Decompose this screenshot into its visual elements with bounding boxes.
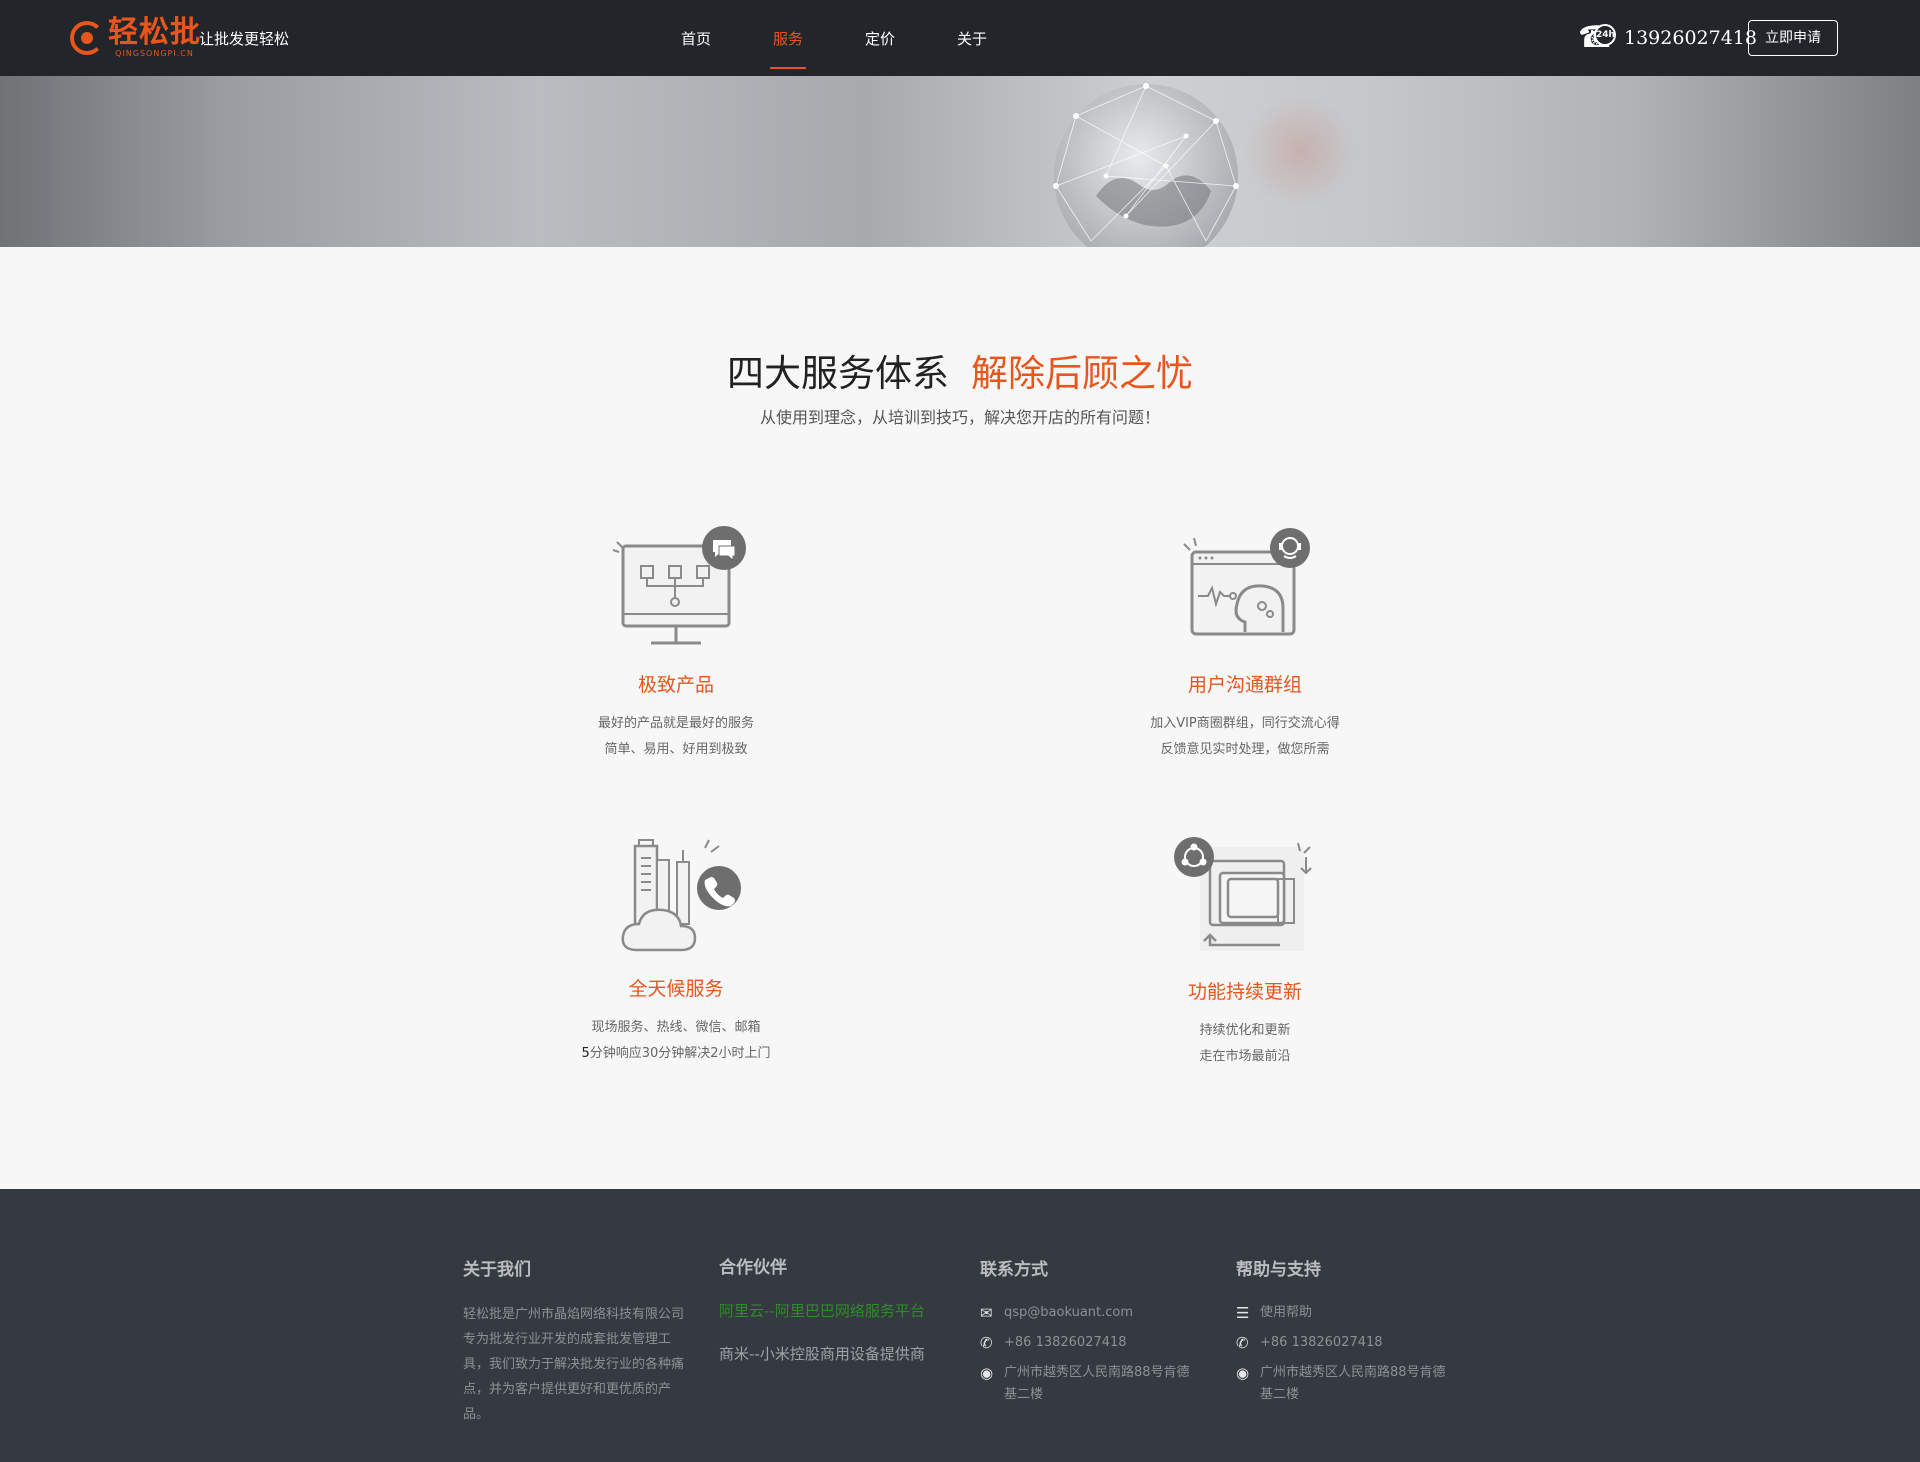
response-text: 分钟响应30分钟解决2小时上门 xyxy=(589,1046,771,1061)
service-desc-line: 最好的产品就是最好的服务 xyxy=(597,716,754,731)
footer-about-heading: 关于我们 xyxy=(463,1260,531,1280)
partner-link-aliyun[interactable]: 阿里云--阿里巴巴网络服务平台 xyxy=(719,1300,925,1321)
service-desc-line: 反馈意见实时处理，做您所需 xyxy=(1160,742,1330,757)
section-title: 四大服务体系 解除后顾之忧 xyxy=(0,343,1920,397)
slogan: 让批发更轻松 xyxy=(199,30,290,48)
contact-email-row: ✉ qsp@baokuant.com xyxy=(980,1302,1196,1324)
nav-item-services[interactable]: 服务 xyxy=(742,0,834,76)
partner-link-sunmi[interactable]: 商米--小米控股商用设备提供商 xyxy=(719,1343,925,1364)
nav-item-home[interactable]: 首页 xyxy=(650,0,742,76)
service-card-updates: 功能持续更新 持续优化和更新 走在市场最前沿 xyxy=(1035,833,1455,1070)
help-address: 广州市越秀区人民南路88号肯德基二楼 xyxy=(1260,1365,1446,1402)
help-phone-row: ✆ +86 13826027418 xyxy=(1236,1332,1452,1354)
nav-item-about[interactable]: 关于 xyxy=(926,0,1018,76)
section-title-main: 四大服务体系 xyxy=(727,352,949,395)
logo-mark-icon xyxy=(70,21,104,55)
service-description: 现场服务、热线、微信、邮箱 5分钟响应30分钟解决2小时上门 xyxy=(466,1015,886,1067)
service-desc-line: 现场服务、热线、微信、邮箱 xyxy=(591,1020,761,1035)
envelope-icon: ✉ xyxy=(980,1304,993,1322)
service-desc-line: 走在市场最前沿 xyxy=(1199,1049,1291,1064)
footer-help-heading: 帮助与支持 xyxy=(1236,1260,1321,1280)
service-desc-line: 简单、易用、好用到极致 xyxy=(604,742,748,757)
service-description: 加入VIP商圈群组，同行交流心得 反馈意见实时处理，做您所需 xyxy=(1035,711,1455,763)
service-title: 极致产品 xyxy=(637,674,714,696)
phone-icon: ✆ xyxy=(980,1334,993,1352)
logo-title: 轻松批 xyxy=(108,15,201,50)
service-title: 全天候服务 xyxy=(628,978,724,1000)
logo-wordmark: 轻松批 QINGSONGPI.CN xyxy=(108,17,201,59)
contact-address: 广州市越秀区人民南路88号肯德基二楼 xyxy=(1004,1365,1190,1402)
globe-network-icon xyxy=(1053,83,1239,247)
globe-icon: ◉ xyxy=(1236,1364,1250,1382)
footer: 关于我们 轻松批是广州市晶焰网络科技有限公司专为批发行业开发的成套批发管理工具，… xyxy=(0,1189,1920,1462)
monitor-flowchart-icon xyxy=(612,526,746,645)
service-card-product: 极致产品 最好的产品就是最好的服务 简单、易用、好用到极致 xyxy=(466,526,886,763)
footer-help: 帮助与支持 ☰ 使用帮助 ✆ +86 13826027418 ◉ 广州市越秀区人… xyxy=(1232,1255,1452,1406)
footer-contact-heading: 联系方式 xyxy=(980,1260,1048,1280)
service-title: 用户沟通群组 xyxy=(1187,674,1302,696)
list-icon: ☰ xyxy=(1236,1304,1250,1322)
devices-sync-icon xyxy=(1174,837,1312,951)
globe-icon: ◉ xyxy=(980,1364,994,1382)
cloud-phone-icon xyxy=(621,839,741,952)
help-phone: +86 13826027418 xyxy=(1260,1335,1383,1350)
service-desc-line: 5分钟响应30分钟解决2小时上门 xyxy=(466,1041,886,1067)
hero-banner xyxy=(0,76,1920,247)
browser-brain-icon xyxy=(1183,528,1310,636)
contact-phone-row: ✆ +86 13826027418 xyxy=(980,1332,1196,1354)
top-navbar: 轻松批 QINGSONGPI.CN 让批发更轻松 首页 服务 定价 关于 ☎ 2… xyxy=(0,0,1920,76)
response-minutes: 5 xyxy=(581,1046,590,1061)
logo[interactable]: 轻松批 QINGSONGPI.CN xyxy=(70,16,201,60)
footer-about-text: 轻松批是广州市晶焰网络科技有限公司专为批发行业开发的成套批发管理工具，我们致力于… xyxy=(463,1307,685,1422)
help-usage-row[interactable]: ☰ 使用帮助 xyxy=(1236,1302,1452,1324)
service-description: 持续优化和更新 走在市场最前沿 xyxy=(1035,1018,1455,1070)
help-usage-link[interactable]: 使用帮助 xyxy=(1260,1302,1312,1324)
section-subtitle: 从使用到理念，从培训到技巧，解决您开店的所有问题！ xyxy=(759,408,1160,427)
help-address-row: ◉ 广州市越秀区人民南路88号肯德基二楼 xyxy=(1232,1362,1452,1406)
phone-icon: ✆ xyxy=(1236,1334,1249,1352)
hotline-number: 13926027418 xyxy=(1624,27,1757,49)
footer-contact: 联系方式 ✉ qsp@baokuant.com ✆ +86 1382602741… xyxy=(976,1255,1196,1406)
phone-24h-icon: ☎ 24h xyxy=(1578,18,1618,58)
main-nav: 首页 服务 定价 关于 xyxy=(650,0,1018,76)
footer-partners-heading: 合作伙伴 xyxy=(719,1258,787,1278)
service-desc-line: 加入VIP商圈群组，同行交流心得 xyxy=(1150,716,1340,731)
contact-address-row: ◉ 广州市越秀区人民南路88号肯德基二楼 xyxy=(976,1362,1196,1406)
service-title: 功能持续更新 xyxy=(1187,981,1302,1003)
service-desc-line: 持续优化和更新 xyxy=(1199,1023,1291,1038)
contact-email[interactable]: qsp@baokuant.com xyxy=(1004,1302,1133,1324)
section-title-accent: 解除后顾之忧 xyxy=(971,352,1193,395)
service-card-group: 用户沟通群组 加入VIP商圈群组，同行交流心得 反馈意见实时处理，做您所需 xyxy=(1035,526,1455,763)
24h-badge: 24h xyxy=(1594,24,1616,46)
apply-now-button[interactable]: 立即申请 xyxy=(1748,20,1838,56)
service-card-support: 全天候服务 现场服务、热线、微信、邮箱 5分钟响应30分钟解决2小时上门 xyxy=(466,830,886,1067)
logo-domain: QINGSONGPI.CN xyxy=(115,49,194,58)
hotline: ☎ 24h 13926027418 xyxy=(1578,18,1757,58)
service-description: 最好的产品就是最好的服务 简单、易用、好用到极致 xyxy=(466,711,886,763)
footer-about: 关于我们 轻松批是广州市晶焰网络科技有限公司专为批发行业开发的成套批发管理工具，… xyxy=(463,1255,687,1427)
nav-item-pricing[interactable]: 定价 xyxy=(834,0,926,76)
banner-blur xyxy=(1240,96,1360,206)
footer-partners: 合作伙伴 阿里云--阿里巴巴网络服务平台 商米--小米控股商用设备提供商 xyxy=(719,1253,925,1364)
contact-phone: +86 13826027418 xyxy=(1004,1335,1127,1350)
